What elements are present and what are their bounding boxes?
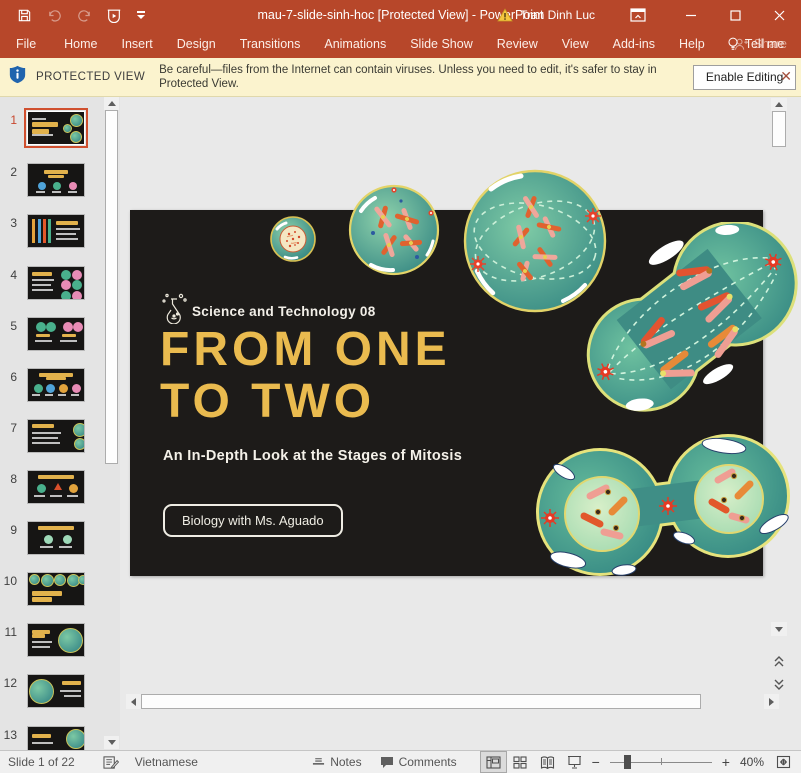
slide-number: 8	[0, 472, 17, 486]
tab-addins[interactable]: Add-ins	[601, 30, 667, 58]
notes-icon	[312, 756, 325, 768]
slide-number: 1	[0, 113, 17, 127]
comments-toggle[interactable]: Comments	[371, 751, 466, 773]
slide-thumbnail-5[interactable]	[27, 317, 85, 351]
zoom-level[interactable]: 40%	[734, 755, 770, 769]
slide-thumbnail-6[interactable]	[27, 368, 85, 402]
slide-number: 9	[0, 523, 17, 537]
slide-thumbnail-10[interactable]	[27, 572, 85, 606]
zoom-slider[interactable]	[610, 751, 712, 773]
quick-access-toolbar	[0, 7, 146, 23]
protected-view-label: PROTECTED VIEW	[36, 71, 145, 83]
save-icon[interactable]	[16, 7, 32, 23]
comments-icon	[380, 756, 394, 769]
slide-thumbnail-4[interactable]	[27, 266, 85, 300]
status-bar: Slide 1 of 22 Vietnamese Notes Comments	[0, 750, 801, 773]
slide-thumbnail-9[interactable]	[27, 521, 85, 555]
tab-animations[interactable]: Animations	[312, 30, 398, 58]
anaphase-cell-illustration	[575, 222, 800, 417]
shield-icon	[9, 65, 26, 89]
customize-qat-icon[interactable]	[136, 11, 146, 19]
thumbnail-scroll-down-icon[interactable]	[104, 736, 119, 749]
close-button[interactable]	[757, 0, 801, 30]
slide-kicker: Science and Technology 08	[192, 304, 376, 319]
ribbon-display-options-icon[interactable]	[621, 0, 655, 30]
canvas-scroll-up-icon[interactable]	[771, 98, 787, 111]
protected-view-bar: PROTECTED VIEW Be careful—files from the…	[0, 58, 801, 97]
slide-number: 6	[0, 370, 17, 384]
normal-view-button[interactable]	[480, 751, 507, 773]
workspace: 1 2 3	[0, 97, 801, 750]
slide-thumbnail-12[interactable]	[27, 674, 85, 708]
zoom-in-icon[interactable]: +	[718, 754, 734, 770]
canvas-scroll-left-icon[interactable]	[126, 694, 141, 709]
slide-number: 11	[0, 625, 17, 639]
reading-view-button[interactable]	[534, 751, 561, 773]
canvas-scroll-right-icon[interactable]	[764, 694, 779, 709]
slide-sorter-view-button[interactable]	[507, 751, 534, 773]
canvas-vertical-scrollbar-thumb[interactable]	[772, 111, 786, 147]
slide-subtitle: An In-Depth Look at the Stages of Mitosi…	[163, 448, 462, 464]
slide-thumbnail-7[interactable]	[27, 419, 85, 453]
telophase-cell-illustration	[528, 420, 798, 590]
thumbnail-scroll-up-icon[interactable]	[104, 97, 119, 110]
start-slideshow-icon[interactable]	[106, 7, 122, 23]
redo-icon	[76, 7, 92, 23]
slide-number: 7	[0, 421, 17, 435]
notes-toggle[interactable]: Notes	[303, 751, 370, 773]
zoom-slider-thumb[interactable]	[624, 755, 631, 769]
slide-number: 5	[0, 319, 17, 333]
slide-number: 12	[0, 676, 17, 690]
protected-view-message: Be careful—files from the Internet can c…	[159, 63, 687, 91]
canvas-horizontal-scrollbar-thumb[interactable]	[141, 694, 701, 709]
zoom-out-icon[interactable]: −	[588, 754, 604, 770]
prophase-cell-illustration	[347, 183, 441, 277]
slide-thumbnail-3[interactable]	[27, 214, 85, 248]
tab-transitions[interactable]: Transitions	[228, 30, 313, 58]
user-name: Tran Dinh Luc	[520, 8, 595, 22]
undo-icon	[46, 7, 62, 23]
tab-design[interactable]: Design	[165, 30, 228, 58]
language-indicator[interactable]: Vietnamese	[135, 755, 198, 769]
tab-review[interactable]: Review	[485, 30, 550, 58]
slide-number: 2	[0, 165, 17, 179]
title-bar: mau-7-slide-sinh-hoc [Protected View] - …	[0, 0, 801, 30]
share-button[interactable]: Share	[734, 37, 787, 51]
slide-thumbnail-panel: 1 2 3	[0, 97, 120, 750]
slide-thumbnail-11[interactable]	[27, 623, 85, 657]
tab-view[interactable]: View	[550, 30, 601, 58]
message-bar-close-icon[interactable]: ✕	[780, 69, 792, 83]
slide-thumbnail-1[interactable]	[27, 111, 85, 145]
next-slide-button[interactable]	[771, 676, 787, 692]
proofing-icon[interactable]	[103, 755, 119, 770]
minimize-button[interactable]	[669, 0, 713, 30]
slide-thumbnail-8[interactable]	[27, 470, 85, 504]
canvas-scroll-down-icon[interactable]	[771, 622, 787, 636]
thumbnail-scrollbar-thumb[interactable]	[105, 110, 118, 464]
tab-file[interactable]: File	[0, 30, 52, 58]
account-info[interactable]: Tran Dinh Luc	[497, 8, 595, 22]
fit-slide-to-window-icon[interactable]	[770, 751, 797, 773]
slide-thumbnail-13[interactable]	[27, 726, 85, 750]
tab-insert[interactable]: Insert	[110, 30, 165, 58]
slide-thumbnail-2[interactable]	[27, 163, 85, 197]
tab-help[interactable]: Help	[667, 30, 717, 58]
slide-counter[interactable]: Slide 1 of 22	[8, 755, 75, 769]
warning-icon	[497, 8, 513, 22]
slide-title: FROM ONE TO TWO	[160, 324, 451, 428]
previous-slide-button[interactable]	[771, 653, 787, 669]
slideshow-view-button[interactable]	[561, 751, 588, 773]
tab-home[interactable]: Home	[52, 30, 109, 58]
person-icon	[734, 38, 748, 51]
slide-number: 3	[0, 216, 17, 230]
slide-badge: Biology with Ms. Aguado	[163, 504, 343, 537]
slide-number: 13	[0, 728, 17, 742]
tab-slideshow[interactable]: Slide Show	[398, 30, 485, 58]
slide-number: 10	[0, 574, 17, 588]
powerpoint-window: mau-7-slide-sinh-hoc [Protected View] - …	[0, 0, 801, 773]
interphase-cell-illustration	[269, 215, 317, 263]
maximize-button[interactable]	[713, 0, 757, 30]
ribbon-tab-bar: File Home Insert Design Transitions Anim…	[0, 30, 801, 58]
slide-number: 4	[0, 268, 17, 282]
